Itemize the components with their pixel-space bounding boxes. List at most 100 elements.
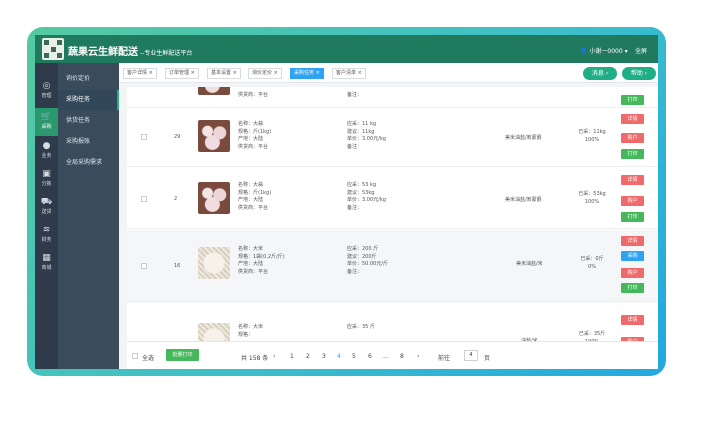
table-row: 16 名称：大米 规格：1袋(0.2斤/斤) 产地：大陆 供货商：平台 应采：200 …	[127, 230, 658, 302]
tab-purchase-task[interactable]: 采购任务 ×	[290, 68, 324, 79]
row-index: 2	[174, 196, 178, 202]
print-button[interactable]: 打印	[621, 149, 644, 159]
box-icon: ▣	[42, 169, 51, 179]
page-4[interactable]: 4	[337, 353, 341, 360]
chevron-right-icon: ›	[605, 70, 609, 77]
goto-page-input[interactable]: 4	[464, 350, 478, 361]
fullscreen-button[interactable]: 全屏	[635, 46, 647, 55]
subnav-item-purchase-task[interactable]: 采购任务	[58, 90, 119, 110]
subnav-item-global-demand[interactable]: 全局采购需求	[58, 153, 119, 173]
batch-print-button[interactable]: 批量打印	[166, 349, 199, 361]
nav-item-manage[interactable]: ◎ 管理	[35, 77, 58, 103]
product-image	[198, 247, 230, 279]
product-image	[198, 182, 230, 214]
prev-page-icon[interactable]: ‹	[273, 353, 275, 360]
subnav-item-pricing[interactable]: 询价定价	[58, 69, 119, 89]
page-unit-label: 页	[484, 355, 491, 362]
tab-customer-list[interactable]: 客户清单 ×	[332, 68, 366, 79]
close-icon[interactable]: ×	[274, 70, 278, 76]
chevron-right-icon: ›	[644, 70, 648, 77]
purchase-info: 应采：11 kg 建议：11kg 单价：3.00元/kg 备注：	[347, 121, 386, 150]
product-supplier: 供货商：平台	[238, 92, 269, 98]
purchase-status: 已采：53kg 100%	[578, 191, 606, 205]
page-5[interactable]: 5	[352, 353, 356, 360]
pagination-bar: 全选 批量打印 共 158 条 ‹ 1 2 3 4 5 6 ... 8 › 前往…	[127, 341, 658, 369]
database-icon: ≋	[42, 225, 51, 235]
next-page-icon[interactable]: ›	[417, 353, 419, 360]
print-button[interactable]: 打印	[621, 95, 644, 105]
subnav-item-supply-task[interactable]: 供货任务	[58, 111, 119, 131]
table-row: 供货商：平台 备注： 打印	[127, 87, 658, 108]
qr-logo	[42, 38, 64, 60]
store-category: 美米油盐/筹蒙爵	[505, 197, 542, 203]
message-button[interactable]: 消息 ›	[583, 67, 617, 80]
row-checkbox[interactable]	[141, 196, 147, 202]
goto-label: 前往	[438, 355, 451, 362]
user-name: 小谢一0000	[589, 48, 623, 55]
purchase-button[interactable]: 采购	[621, 251, 644, 261]
select-all-label: 全选	[142, 355, 155, 362]
page-ellipsis[interactable]: ...	[383, 353, 389, 360]
store-category: 美米油盐/米	[516, 261, 543, 267]
product-info: 名称：大蒜 规格：斤(1kg) 产地：大陆 供货商：平台	[238, 121, 272, 150]
nav-item-mall[interactable]: ▦ 商城	[35, 249, 58, 275]
print-button[interactable]: 打印	[621, 283, 644, 293]
tab-customer-detail[interactable]: 客户详情 ×	[123, 68, 157, 79]
nav-item-sorting[interactable]: ▣ 分拣	[35, 165, 58, 191]
nav-item-purchase[interactable]: 🛒 采购	[35, 108, 58, 136]
nav-item-finance[interactable]: ≋ 财务	[35, 221, 58, 247]
print-button[interactable]: 打印	[621, 212, 644, 222]
close-icon[interactable]: ×	[149, 70, 153, 76]
top-bar: 蔬果云生鲜配送 --专业生鲜配送平台 👤 小谢一0000 ▾ 全屏	[35, 35, 658, 63]
main-nav: ◎ 管理 🛒 采购 ● 业务 ▣ 分拣 ⛟ 送货 ≋ 财务 ▦ 商城	[35, 63, 58, 369]
user-icon: ●	[42, 141, 51, 151]
help-button[interactable]: 帮助 ›	[622, 67, 656, 80]
subnav-item-reimburse[interactable]: 采购报账	[58, 132, 119, 152]
detail-button[interactable]: 详情	[621, 175, 644, 185]
nav-item-delivery[interactable]: ⛟ 送货	[35, 193, 58, 219]
close-icon[interactable]: ×	[233, 70, 237, 76]
product-image	[198, 120, 230, 152]
row-checkbox[interactable]	[141, 134, 147, 140]
app-screen: 蔬果云生鲜配送 --专业生鲜配送平台 👤 小谢一0000 ▾ 全屏 ◎ 管理 🛒 采购…	[35, 35, 658, 369]
tab-basic-settings[interactable]: 基本设置 ×	[207, 68, 241, 79]
page-2[interactable]: 2	[306, 353, 310, 360]
tab-order-management[interactable]: 订单管理 ×	[165, 68, 199, 79]
nav-item-business[interactable]: ● 业务	[35, 137, 58, 163]
row-index: 16	[174, 263, 181, 269]
close-icon[interactable]: ×	[191, 70, 195, 76]
purchase-status: 已采：11kg 100%	[578, 129, 606, 143]
customer-button[interactable]: 购户	[621, 196, 644, 206]
row-checkbox[interactable]	[141, 263, 147, 269]
customer-button[interactable]: 购户	[621, 268, 644, 278]
cart-icon: 🛒	[40, 112, 53, 122]
page-1[interactable]: 1	[290, 353, 294, 360]
select-all-checkbox[interactable]	[132, 353, 138, 359]
grid-icon: ▦	[42, 253, 51, 263]
truck-icon: ⛟	[40, 197, 53, 207]
page-3[interactable]: 3	[322, 353, 326, 360]
table-row: 2 名称：大蒜 规格：斤(1kg) 产地：大陆 供货商：平台 应采：53 kg 建议：5…	[127, 168, 658, 229]
detail-button[interactable]: 详情	[621, 114, 644, 124]
product-info: 名称：大米 规格：	[238, 324, 264, 338]
detail-button[interactable]: 详情	[621, 315, 644, 325]
store-category: 美米油盐/筹蒙爵	[505, 135, 542, 141]
purchase-info: 应采：35 斤	[347, 324, 375, 330]
device-frame: 蔬果云生鲜配送 --专业生鲜配送平台 👤 小谢一0000 ▾ 全屏 ◎ 管理 🛒 采购…	[27, 27, 666, 376]
brand-subtitle: --专业生鲜配送平台	[140, 50, 193, 57]
product-note: 备注：	[347, 92, 363, 98]
user-menu[interactable]: 👤 小谢一0000 ▾	[580, 46, 628, 55]
brand-title: 蔬果云生鲜配送 --专业生鲜配送平台	[68, 47, 193, 58]
customer-button[interactable]: 购户	[621, 133, 644, 143]
chevron-down-icon: ▾	[624, 48, 628, 55]
table-row: 29 名称：大蒜 规格：斤(1kg) 产地：大陆 供货商：平台 应采：11 kg 建议：…	[127, 109, 658, 167]
purchase-info: 应采：53 kg 建议：53kg 单价：3.00元/kg 备注：	[347, 182, 386, 211]
close-icon[interactable]: ×	[316, 70, 320, 76]
page-6[interactable]: 6	[368, 353, 372, 360]
page-8[interactable]: 8	[400, 353, 404, 360]
tab-pricing[interactable]: 询价定价 ×	[248, 68, 282, 79]
purchase-info: 应采：200 斤建议：200斤 单价：50.00元/斤 备注：	[347, 246, 388, 275]
purchase-task-list: 供货商：平台 备注： 打印 29 名称：大蒜 规格：斤(1kg) 产地：大陆 供货商：…	[127, 87, 658, 369]
close-icon[interactable]: ×	[358, 70, 362, 76]
detail-button[interactable]: 详情	[621, 236, 644, 246]
